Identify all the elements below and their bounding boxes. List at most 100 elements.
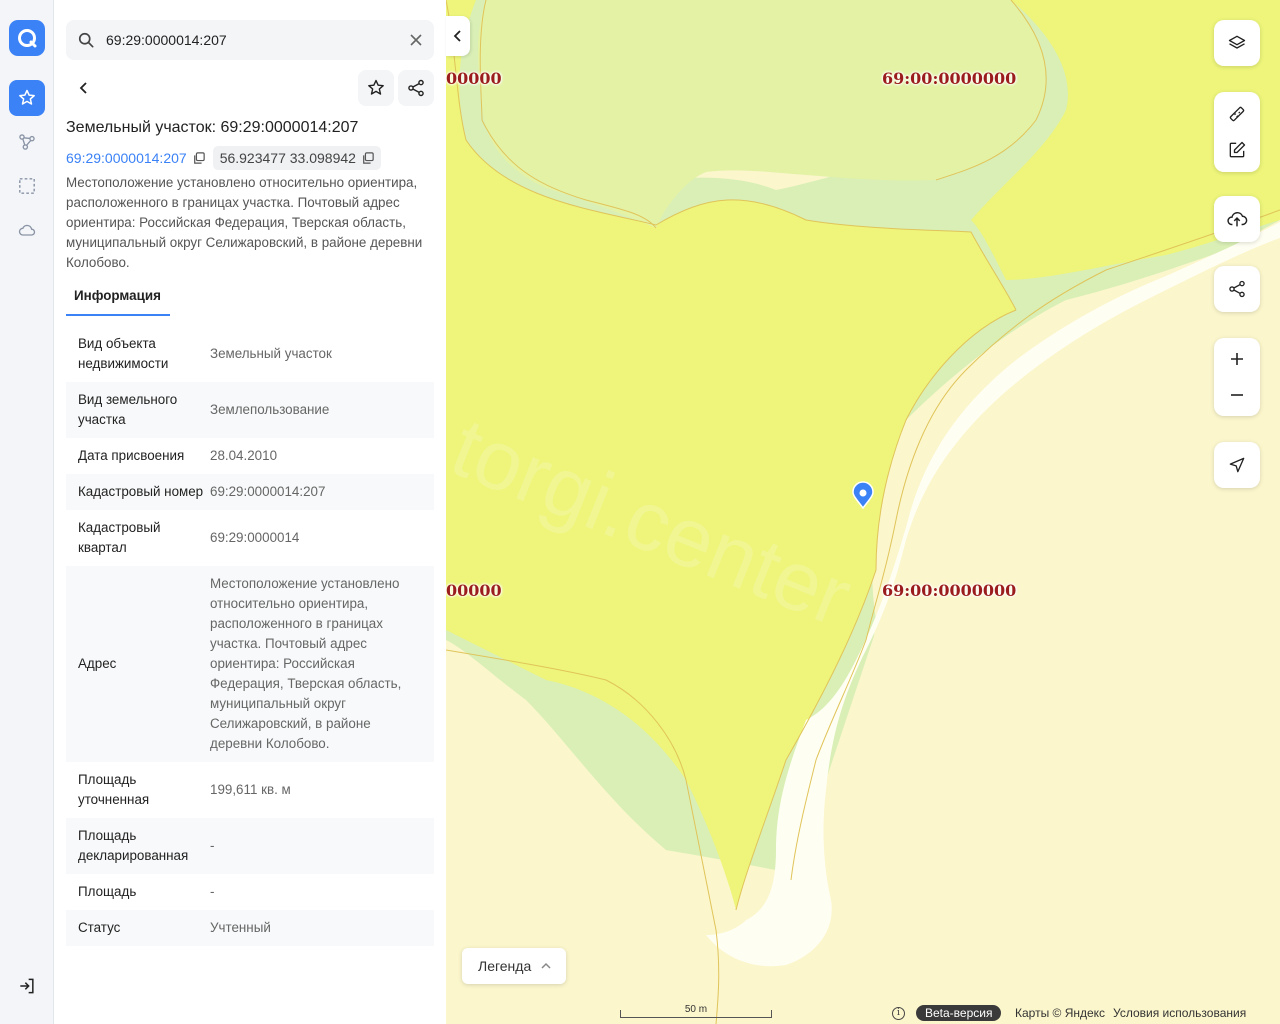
info-row: Площадь -	[66, 874, 434, 910]
info-value: Учтенный	[210, 920, 271, 935]
collapse-panel-button[interactable]	[446, 16, 470, 56]
ruler-icon	[1229, 106, 1245, 122]
tab-information[interactable]: Информация	[66, 282, 170, 316]
search-icon	[76, 30, 96, 55]
chevron-up-icon	[541, 962, 551, 969]
quarter-label: 69:00:0000000	[882, 69, 1017, 88]
zoom-group	[1214, 338, 1260, 416]
info-key: Площадь	[78, 884, 137, 899]
zoom-out-button[interactable]	[1214, 377, 1260, 413]
layers-icon	[1228, 35, 1246, 49]
tools-group	[1214, 92, 1260, 172]
info-key: Дата присвоения	[78, 448, 185, 463]
zoom-out-icon	[1231, 394, 1243, 396]
info-key: Площадь уточненная	[78, 772, 150, 807]
logout-button[interactable]	[9, 968, 45, 1004]
copy-icon[interactable]	[193, 152, 205, 164]
upload-button[interactable]	[1214, 196, 1260, 242]
map-provider[interactable]: Карты © Яндекс	[1015, 1004, 1105, 1022]
ruler-button[interactable]	[1214, 96, 1260, 132]
info-table: Вид объекта недвижимости Земельный участо…	[66, 326, 434, 956]
cadastral-number-link[interactable]: 69:29:0000014:207	[66, 146, 205, 170]
info-row: Площадь декларированная -	[66, 818, 434, 874]
coordinates-chip[interactable]: 56.923477 33.098942	[212, 146, 381, 170]
info-key: Вид объекта недвижимости	[78, 336, 169, 371]
info-row: Вид объекта недвижимости Земельный участо…	[66, 326, 434, 382]
object-description: Местоположение установлено относительно …	[66, 175, 423, 270]
cloud-icon	[18, 224, 36, 236]
info-key: Площадь декларированная	[78, 828, 189, 863]
upload-icon	[1227, 211, 1248, 227]
clear-search-button[interactable]	[406, 30, 426, 50]
share-button[interactable]	[398, 70, 434, 106]
info-value: Землепользование	[210, 402, 330, 417]
object-title: Земельный участок: 69:29:0000014:207	[66, 119, 359, 136]
close-icon	[410, 34, 422, 46]
route-icon	[19, 134, 35, 150]
info-key: Статус	[78, 920, 121, 935]
chevron-left-icon	[453, 30, 461, 42]
edit-button[interactable]	[1214, 132, 1260, 168]
info-row: Вид земельного участка Землепользование	[66, 382, 434, 438]
cloud-nav[interactable]	[9, 212, 45, 248]
info-row: Дата присвоения 28.04.2010	[66, 438, 434, 474]
map-info-button[interactable]: i	[892, 1004, 905, 1022]
zoom-in-button[interactable]	[1214, 341, 1260, 377]
info-row: Адрес Местоположение установлено относите…	[66, 566, 434, 762]
back-button[interactable]	[66, 70, 102, 106]
quarter-label: 00000	[446, 69, 502, 88]
search-bar[interactable]: 69:29:0000014:207	[66, 20, 434, 60]
share-icon	[408, 79, 424, 97]
info-key: Кадастровый квартал	[78, 520, 161, 555]
logout-icon	[20, 978, 34, 994]
info-key: Кадастровый номер	[78, 484, 204, 499]
terms-link[interactable]: Условия использования	[1113, 1004, 1246, 1022]
info-value: Местоположение установлено относительно …	[210, 576, 402, 751]
map-share-button[interactable]	[1214, 266, 1260, 312]
route-nav[interactable]	[9, 124, 45, 160]
info-value: 69:29:0000014:207	[210, 484, 326, 499]
info-value: 69:29:0000014	[210, 530, 300, 545]
layers-button[interactable]	[1214, 20, 1260, 66]
beta-badge: Beta-версия	[916, 1004, 1002, 1022]
info-row: Кадастровый номер 69:29:0000014:207	[66, 474, 434, 510]
logo-icon[interactable]	[9, 20, 45, 56]
favorites-nav[interactable]	[9, 80, 45, 116]
favorite-button[interactable]	[358, 70, 394, 106]
edit-icon	[1229, 141, 1246, 158]
info-icon: i	[892, 1006, 905, 1020]
star-icon	[19, 89, 35, 105]
info-value: -	[210, 884, 215, 899]
info-value: Земельный участок	[210, 346, 332, 361]
identifier-chips: 69:29:0000014:207 56.923477 33.098942	[66, 146, 381, 170]
info-key: Вид земельного участка	[78, 392, 178, 427]
map-view[interactable]: torgi.center 00000 69:00:0000000 00000 6…	[446, 0, 1280, 1024]
left-rail	[0, 0, 54, 1024]
copy-icon[interactable]	[362, 152, 374, 164]
legend-button[interactable]: Легенда	[462, 948, 566, 984]
info-row: Кадастровый квартал 69:29:0000014	[66, 510, 434, 566]
chevron-left-icon	[79, 82, 87, 94]
info-value: 199,611 кв. м	[210, 782, 291, 797]
selection-icon	[19, 178, 35, 194]
info-value: 28.04.2010	[210, 448, 278, 463]
selection-nav[interactable]	[9, 168, 45, 204]
zoom-in-icon	[1231, 353, 1243, 365]
share-icon	[1229, 280, 1245, 298]
info-row: Статус Учтенный	[66, 910, 434, 946]
cadastral-number-text: 69:29:0000014:207	[66, 150, 187, 166]
quarter-label: 69:00:0000000	[882, 581, 1017, 600]
object-panel: 69:29:0000014:207 Земельный участок: 69:…	[54, 0, 446, 1024]
scale-ruler	[620, 1010, 772, 1018]
info-value: -	[210, 838, 215, 853]
locate-icon	[1229, 457, 1245, 473]
info-key: Адрес	[78, 656, 117, 671]
beta-label: Beta-версия	[916, 1005, 1002, 1021]
coordinates-text: 56.923477 33.098942	[219, 150, 356, 166]
locate-button[interactable]	[1214, 442, 1260, 488]
search-input[interactable]: 69:29:0000014:207	[106, 32, 227, 48]
map-canvas: torgi.center	[446, 0, 1280, 1024]
info-row: Площадь уточненная 199,611 кв. м	[66, 762, 434, 818]
app-root: 69:29:0000014:207 Земельный участок: 69:…	[0, 0, 1280, 1024]
legend-label: Легенда	[478, 958, 532, 974]
